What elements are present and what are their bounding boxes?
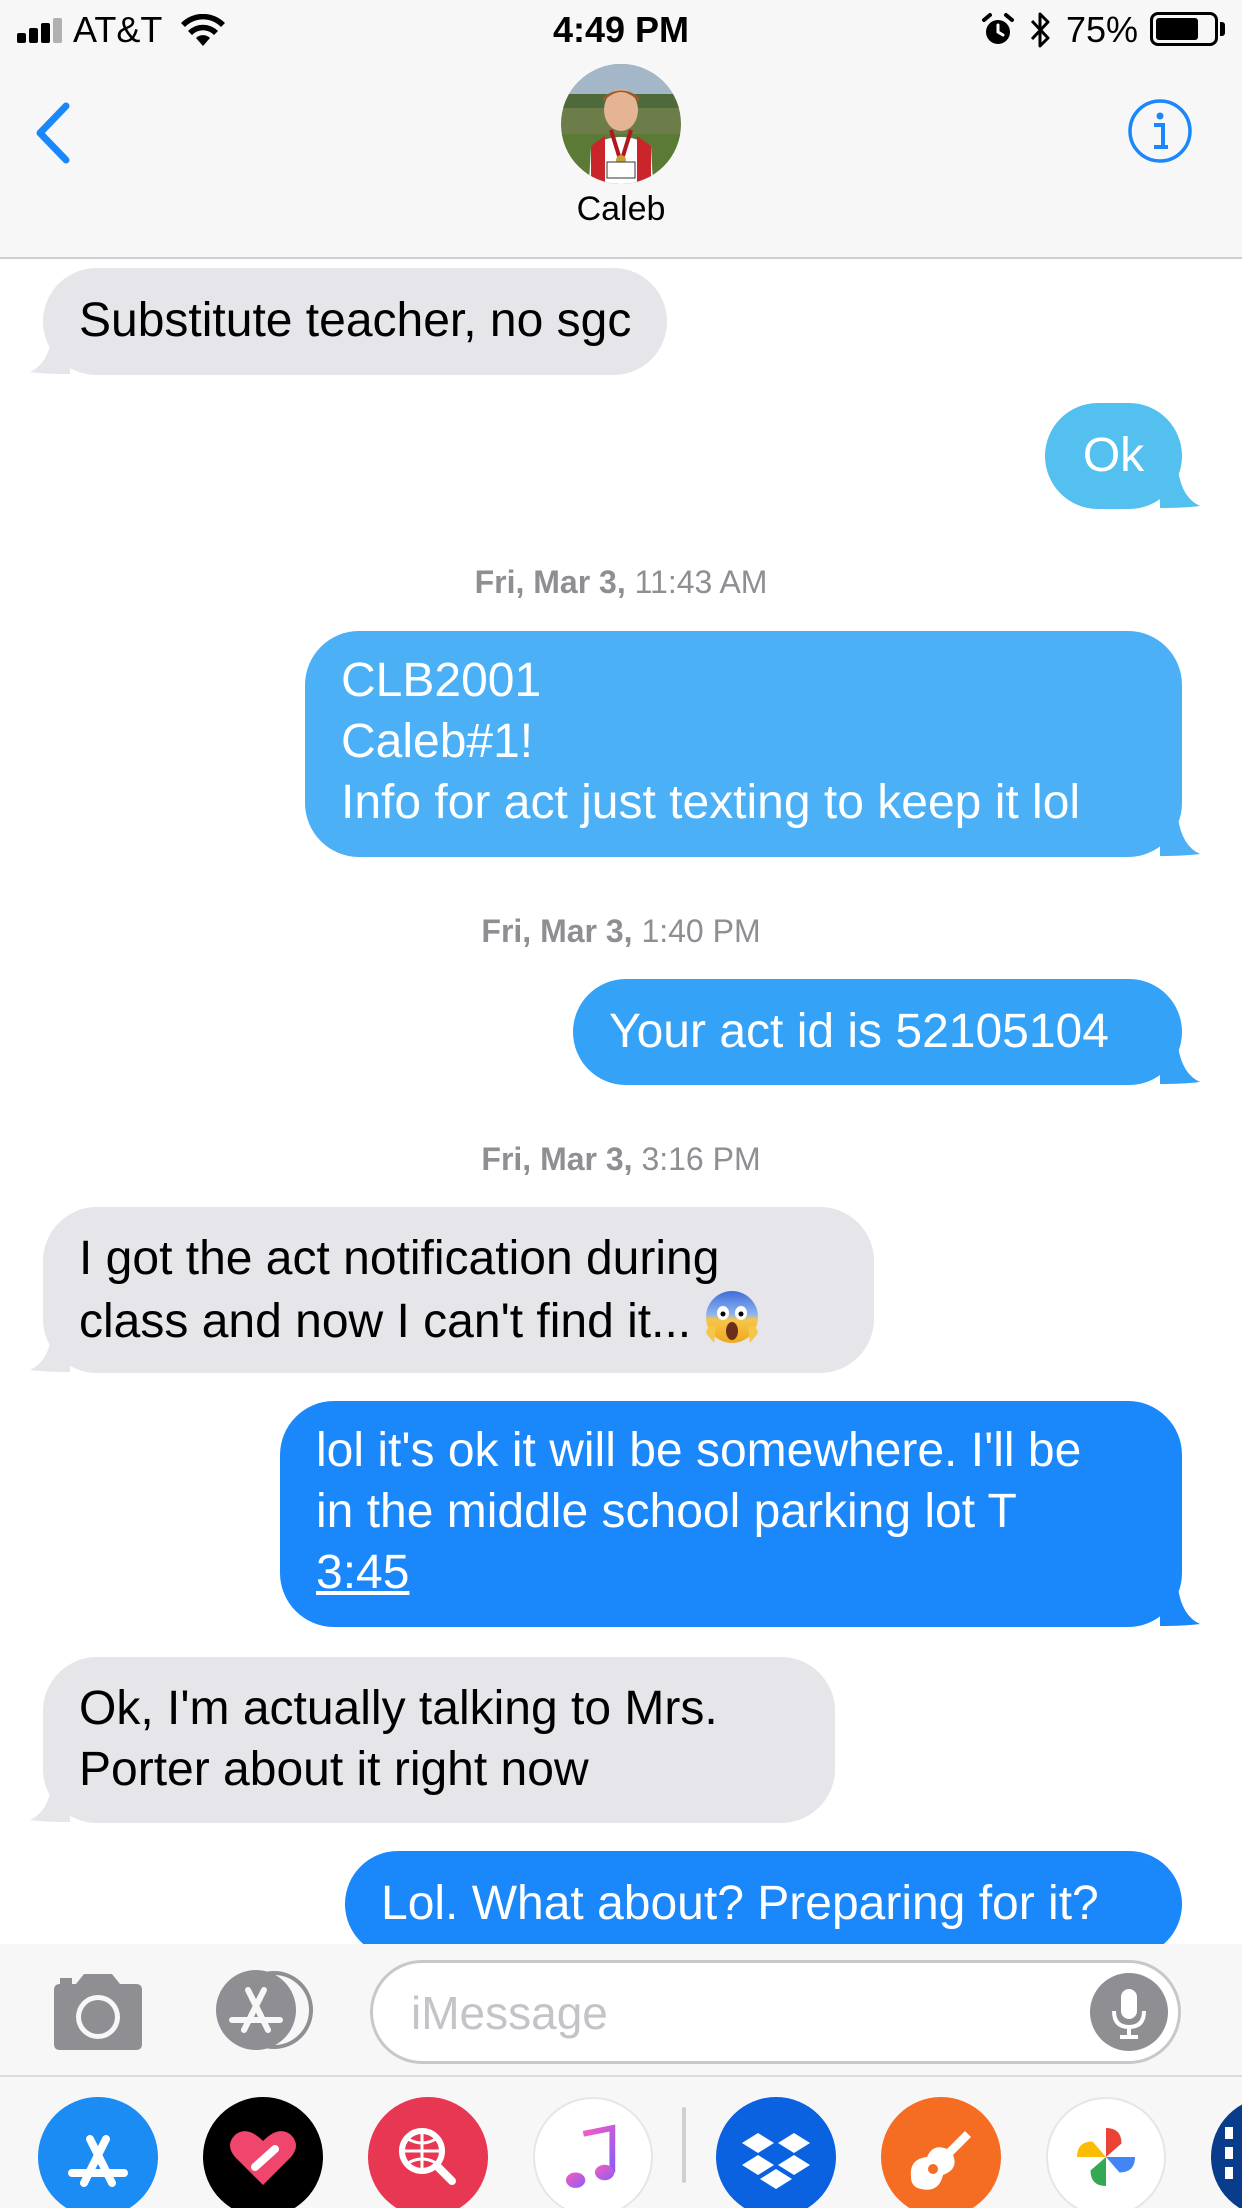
timestamp-day: Fri, Mar 3,	[474, 564, 626, 600]
dropbox-app[interactable]	[716, 2097, 836, 2208]
message-line: class and now I can't find it...	[79, 1289, 838, 1352]
imessage-field[interactable]	[370, 1960, 1181, 2064]
message-text: Your act id is 52105104	[609, 1005, 1109, 1058]
message-text: CLB2001	[341, 654, 542, 707]
message-text: class and now I can't find it...	[79, 1295, 692, 1348]
conversation-header: Caleb	[0, 60, 1242, 259]
info-button[interactable]	[1127, 98, 1193, 164]
music-note-icon	[565, 2124, 616, 2188]
face-screaming-emoji-icon	[706, 1291, 759, 1343]
timestamp-day: Fri, Mar 3,	[481, 1141, 633, 1177]
app-store-icon	[68, 2135, 128, 2187]
message-text: Info for act just texting to keep it lol	[341, 776, 1081, 829]
clock: 4:49 PM	[552, 9, 690, 50]
sent-message[interactable]: CLB2001 Caleb#1! Info for act just texti…	[305, 631, 1182, 857]
battery-percent: 75%	[1066, 9, 1139, 50]
bubble-tail	[1160, 1046, 1200, 1084]
message-text: Lol. What about? Preparing for it?	[381, 1877, 1099, 1930]
timestamp-day: Fri, Mar 3,	[481, 913, 633, 949]
web-images-app[interactable]	[368, 2097, 488, 2208]
music-app[interactable]	[533, 2097, 653, 2208]
bubble-tail	[30, 336, 70, 374]
pinwheel-icon	[1077, 2128, 1135, 2186]
sent-message[interactable]: lol it's ok it will be somewhere. I'll b…	[280, 1401, 1182, 1627]
timestamp-time: 3:16 PM	[641, 1141, 761, 1177]
sent-message[interactable]: Your act id is 52105104	[573, 979, 1182, 1085]
messages-screen: AT&T 4:49 PM 75% Caleb Substitute teache…	[0, 0, 1242, 2208]
message-text: Porter about it right now	[79, 1743, 589, 1796]
timestamp-time: 1:40 PM	[641, 913, 761, 949]
contact-photo	[561, 64, 681, 184]
avatar[interactable]	[561, 64, 681, 184]
message-text: lol it's ok it will be somewhere. I'll b…	[316, 1424, 1082, 1477]
partial-app[interactable]	[1211, 2097, 1242, 2208]
drawer-divider	[682, 2107, 686, 2183]
status-bar: AT&T 4:49 PM 75%	[0, 0, 1242, 60]
digital-touch-app[interactable]	[203, 2097, 323, 2208]
bluetooth-icon	[1030, 12, 1050, 48]
bubble-tail	[1160, 1588, 1200, 1626]
dropbox-icon	[742, 2133, 810, 2189]
back-button[interactable]	[30, 98, 80, 168]
message-text: Caleb#1!	[341, 715, 534, 768]
microphone-icon	[1112, 1989, 1146, 2039]
message-text: in the middle school parking lot T	[316, 1485, 1017, 1538]
heart-icon	[230, 2131, 296, 2185]
battery-level	[1156, 18, 1198, 40]
globe-search-icon	[399, 2128, 456, 2185]
app-drawer	[0, 2075, 1242, 2208]
app-store-icon[interactable]	[208, 1968, 318, 2052]
garageband-app[interactable]	[881, 2097, 1001, 2208]
microphone-button[interactable]	[1090, 1973, 1168, 2051]
timestamp-time: 11:43 AM	[634, 564, 768, 600]
compose-bar	[0, 1944, 1242, 2075]
bubble-tail	[1160, 470, 1200, 508]
received-message[interactable]: Ok, I'm actually talking to Mrs. Porter …	[43, 1657, 835, 1823]
timestamp: Fri, Mar 3, 3:16 PM	[0, 1140, 1242, 1178]
sent-message[interactable]: Lol. What about? Preparing for it?	[345, 1851, 1182, 1957]
message-text: Substitute teacher, no sgc	[79, 294, 632, 347]
battery-icon	[1150, 12, 1218, 46]
message-input[interactable]	[409, 1981, 1013, 2045]
bubble-tail	[30, 1784, 70, 1822]
bubble-tail	[1160, 818, 1200, 856]
partial-app-icon	[1225, 2127, 1233, 2179]
alarm-icon	[982, 13, 1014, 44]
battery-nub	[1220, 22, 1225, 36]
message-text: Ok, I'm actually talking to Mrs.	[79, 1682, 718, 1735]
guitar-icon	[910, 2131, 971, 2190]
timestamp: Fri, Mar 3, 1:40 PM	[0, 912, 1242, 950]
google-photos-app[interactable]	[1046, 2097, 1166, 2208]
received-message[interactable]: I got the act notification during class …	[43, 1207, 874, 1373]
contact-name[interactable]: Caleb	[0, 188, 1242, 230]
time-link[interactable]: 3:45	[316, 1542, 1146, 1603]
app-store-app[interactable]	[38, 2097, 158, 2208]
camera-button[interactable]	[48, 1972, 148, 2052]
received-message[interactable]: Substitute teacher, no sgc	[43, 268, 668, 375]
bubble-tail	[30, 1334, 70, 1372]
timestamp: Fri, Mar 3, 11:43 AM	[0, 563, 1242, 601]
message-text: I got the act notification during	[79, 1232, 720, 1285]
